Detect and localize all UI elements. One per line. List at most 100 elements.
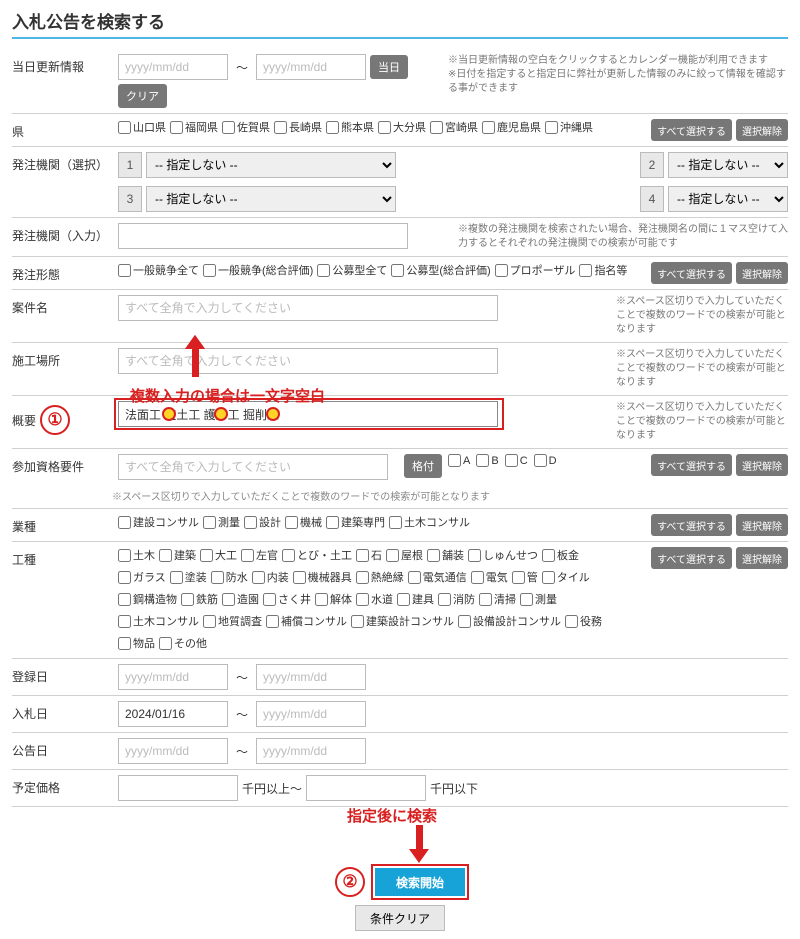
rating-button[interactable]: 格付 <box>404 454 442 478</box>
work-checkbox-checkbox[interactable] <box>386 549 399 562</box>
today-button[interactable]: 当日 <box>370 55 408 79</box>
work-checkbox[interactable]: 消防 <box>438 591 475 607</box>
work-checkbox-checkbox[interactable] <box>203 615 216 628</box>
work-checkbox[interactable]: 防水 <box>211 569 248 585</box>
pref-checkbox[interactable]: 福岡県 <box>170 119 218 135</box>
qual-deselect-button[interactable]: 選択解除 <box>736 454 788 476</box>
bid-from-input[interactable] <box>118 701 228 727</box>
work-checkbox[interactable]: 建築 <box>159 547 196 563</box>
work-checkbox[interactable]: 地質調査 <box>203 613 262 629</box>
form-deselect-button[interactable]: 選択解除 <box>736 262 788 284</box>
reg-from-input[interactable] <box>118 664 228 690</box>
price-from-input[interactable] <box>118 775 238 801</box>
work-checkbox-checkbox[interactable] <box>512 571 525 584</box>
industry-checkbox-checkbox[interactable] <box>285 516 298 529</box>
work-checkbox[interactable]: 清掃 <box>479 591 516 607</box>
work-checkbox-checkbox[interactable] <box>200 549 213 562</box>
work-checkbox[interactable]: 熱絶縁 <box>356 569 404 585</box>
pref-checkbox-checkbox[interactable] <box>222 121 235 134</box>
pref-checkbox[interactable]: 長崎県 <box>274 119 322 135</box>
work-checkbox-checkbox[interactable] <box>542 571 555 584</box>
update-from-input[interactable] <box>118 54 228 80</box>
work-checkbox[interactable]: 電気通信 <box>408 569 467 585</box>
work-checkbox-checkbox[interactable] <box>471 571 484 584</box>
industry-checkbox[interactable]: 土木コンサル <box>389 514 470 530</box>
form-checkbox-checkbox[interactable] <box>203 264 216 277</box>
orderer-input[interactable] <box>118 223 408 249</box>
update-to-input[interactable] <box>256 54 366 80</box>
pref-checkbox[interactable]: 熊本県 <box>326 119 374 135</box>
work-checkbox-checkbox[interactable] <box>565 615 578 628</box>
work-checkbox-checkbox[interactable] <box>282 549 295 562</box>
pref-checkbox[interactable]: 山口県 <box>118 119 166 135</box>
grade-checkbox[interactable]: B <box>476 454 498 467</box>
notice-from-input[interactable] <box>118 738 228 764</box>
work-checkbox[interactable]: 役務 <box>565 613 602 629</box>
industry-checkbox[interactable]: 設計 <box>244 514 281 530</box>
work-checkbox[interactable]: 鉄筋 <box>181 591 218 607</box>
pref-checkbox[interactable]: 鹿児島県 <box>482 119 541 135</box>
pref-checkbox-checkbox[interactable] <box>378 121 391 134</box>
form-checkbox[interactable]: プロポーザル <box>495 262 576 278</box>
orderer-select-1[interactable]: -- 指定しない -- <box>146 152 396 178</box>
pref-checkbox-checkbox[interactable] <box>326 121 339 134</box>
work-checkbox-checkbox[interactable] <box>118 549 131 562</box>
work-checkbox-checkbox[interactable] <box>293 571 306 584</box>
search-button[interactable]: 検索開始 <box>375 868 465 896</box>
grade-checkbox-checkbox[interactable] <box>505 454 518 467</box>
industry-deselect-button[interactable]: 選択解除 <box>736 514 788 536</box>
form-checkbox-checkbox[interactable] <box>317 264 330 277</box>
work-checkbox[interactable]: 左官 <box>241 547 278 563</box>
work-checkbox-checkbox[interactable] <box>118 615 131 628</box>
pref-checkbox-checkbox[interactable] <box>430 121 443 134</box>
pref-select-all-button[interactable]: すべて選択する <box>651 119 732 141</box>
grade-checkbox-checkbox[interactable] <box>476 454 489 467</box>
work-checkbox[interactable]: 設備設計コンサル <box>458 613 561 629</box>
grade-checkbox[interactable]: D <box>534 454 557 467</box>
pref-checkbox-checkbox[interactable] <box>545 121 558 134</box>
form-checkbox[interactable]: 一般競争(総合評価) <box>203 262 313 278</box>
form-checkbox-checkbox[interactable] <box>118 264 131 277</box>
pref-checkbox-checkbox[interactable] <box>274 121 287 134</box>
pref-deselect-button[interactable]: 選択解除 <box>736 119 788 141</box>
work-checkbox-checkbox[interactable] <box>397 593 410 606</box>
form-checkbox-checkbox[interactable] <box>495 264 508 277</box>
work-checkbox-checkbox[interactable] <box>356 549 369 562</box>
work-checkbox-checkbox[interactable] <box>356 593 369 606</box>
work-checkbox[interactable]: 土木 <box>118 547 155 563</box>
work-checkbox-checkbox[interactable] <box>181 593 194 606</box>
condition-clear-button[interactable]: 条件クリア <box>355 905 445 931</box>
work-checkbox[interactable]: 電気 <box>471 569 508 585</box>
work-checkbox-checkbox[interactable] <box>315 593 328 606</box>
pref-checkbox[interactable]: 佐賀県 <box>222 119 270 135</box>
pref-checkbox-checkbox[interactable] <box>170 121 183 134</box>
form-checkbox-checkbox[interactable] <box>579 264 592 277</box>
overview-input[interactable] <box>118 401 498 427</box>
industry-select-all-button[interactable]: すべて選択する <box>651 514 732 536</box>
work-checkbox[interactable]: 鋼構造物 <box>118 591 177 607</box>
name-input[interactable] <box>118 295 498 321</box>
pref-checkbox[interactable]: 宮崎県 <box>430 119 478 135</box>
industry-checkbox[interactable]: 建設コンサル <box>118 514 199 530</box>
pref-checkbox[interactable]: 沖縄県 <box>545 119 593 135</box>
work-checkbox[interactable]: しゅんせつ <box>468 547 538 563</box>
work-checkbox-checkbox[interactable] <box>211 571 224 584</box>
orderer-select-4[interactable]: -- 指定しない -- <box>668 186 788 212</box>
reg-to-input[interactable] <box>256 664 366 690</box>
work-checkbox[interactable]: 建築設計コンサル <box>351 613 454 629</box>
work-checkbox[interactable]: 物品 <box>118 635 155 651</box>
industry-checkbox[interactable]: 測量 <box>203 514 240 530</box>
work-checkbox[interactable]: ガラス <box>118 569 166 585</box>
work-checkbox-checkbox[interactable] <box>542 549 555 562</box>
work-checkbox-checkbox[interactable] <box>118 571 131 584</box>
qual-input[interactable] <box>118 454 388 480</box>
work-checkbox[interactable]: 土木コンサル <box>118 613 199 629</box>
work-checkbox-checkbox[interactable] <box>351 615 364 628</box>
work-checkbox-checkbox[interactable] <box>427 549 440 562</box>
work-checkbox-checkbox[interactable] <box>266 615 279 628</box>
work-checkbox[interactable]: 機械器具 <box>293 569 352 585</box>
work-checkbox[interactable]: 舗装 <box>427 547 464 563</box>
work-checkbox-checkbox[interactable] <box>118 637 131 650</box>
work-checkbox[interactable]: さく井 <box>263 591 311 607</box>
grade-checkbox-checkbox[interactable] <box>448 454 461 467</box>
